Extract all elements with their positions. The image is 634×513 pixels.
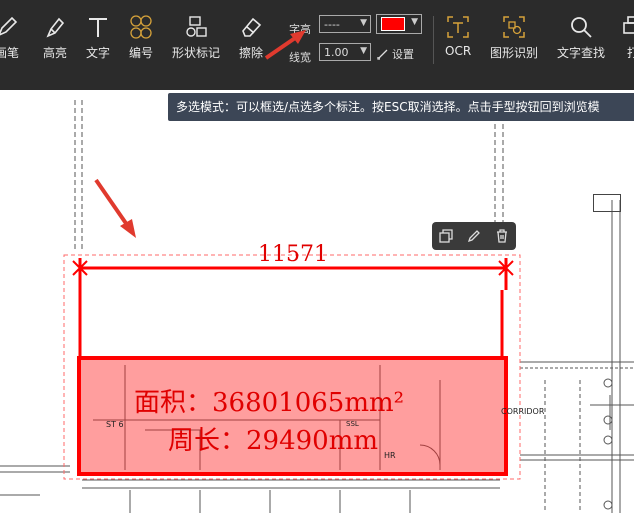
numbered-circles-icon bbox=[130, 15, 152, 39]
highlight-tool-label: 高亮 bbox=[42, 46, 67, 60]
text-icon bbox=[89, 18, 107, 37]
room-label-st6: ST 6 bbox=[106, 420, 124, 429]
erase-tool[interactable]: 擦除 bbox=[238, 14, 264, 61]
shape-recognition-icon bbox=[503, 16, 525, 38]
shape-recognition-tool[interactable]: 图形识别 bbox=[490, 14, 538, 61]
blueprint-fixture bbox=[593, 194, 621, 212]
ocr-tool[interactable]: OCR bbox=[445, 14, 471, 58]
print-tool[interactable]: 打 bbox=[620, 14, 634, 61]
multi-select-tooltip: 多选模式：可以框选/点选多个标注。按ESC取消选择。点击手型按钮回到浏览模 bbox=[168, 93, 634, 121]
room-label-ssl: SSL bbox=[346, 420, 359, 428]
pencil-icon bbox=[467, 230, 480, 243]
pencil-icon bbox=[0, 16, 18, 36]
shape-mark-tool[interactable]: 形状标记 bbox=[172, 14, 220, 61]
font-height-value: ---- bbox=[324, 17, 340, 31]
corridor-label: CORRIDOR bbox=[501, 407, 545, 416]
ocr-tool-label: OCR bbox=[445, 44, 472, 58]
number-tool[interactable]: 编号 bbox=[128, 14, 154, 61]
room-label-hr: HR bbox=[384, 451, 396, 460]
text-search-tool-label: 文字查找 bbox=[557, 46, 606, 60]
shape-recognition-tool-label: 图形识别 bbox=[490, 46, 539, 60]
line-width-value: 1.00 bbox=[324, 45, 349, 59]
delete-button[interactable] bbox=[493, 227, 511, 245]
search-icon bbox=[571, 17, 592, 38]
draw-tool[interactable]: 画笔 bbox=[0, 14, 20, 61]
annotation-action-bar bbox=[432, 222, 516, 250]
area-label: 面积：36801065mm² bbox=[134, 388, 405, 418]
chevron-down-icon: ▼ bbox=[360, 46, 367, 56]
printer-icon bbox=[623, 16, 634, 34]
shape-mark-tool-label: 形状标记 bbox=[172, 46, 221, 60]
line-width-select[interactable]: 1.00 ▼ bbox=[319, 43, 371, 61]
print-tool-label: 打 bbox=[626, 46, 634, 60]
text-tool-label: 文字 bbox=[85, 46, 110, 60]
text-search-tool[interactable]: 文字查找 bbox=[557, 14, 605, 61]
chevron-down-icon: ▼ bbox=[411, 17, 418, 27]
drawing-canvas[interactable]: 11571 面积：36801065mm² 周长：29490mm ST 6 SSL… bbox=[0, 90, 634, 513]
copy-icon bbox=[439, 229, 453, 243]
highlight-tool[interactable]: 高亮 bbox=[42, 14, 68, 61]
number-tool-label: 编号 bbox=[128, 46, 153, 60]
dimension-label: 11571 bbox=[258, 242, 328, 267]
color-select[interactable]: ▼ bbox=[376, 14, 422, 34]
copy-button[interactable] bbox=[437, 227, 455, 245]
edit-button[interactable] bbox=[465, 227, 483, 245]
toolbar-divider bbox=[433, 16, 434, 64]
text-tool[interactable]: 文字 bbox=[85, 14, 111, 61]
draw-tool-label: 画笔 bbox=[0, 46, 19, 60]
settings-button[interactable]: 设置 bbox=[377, 46, 414, 62]
font-height-select[interactable]: ---- ▼ bbox=[319, 15, 371, 33]
chevron-down-icon: ▼ bbox=[360, 18, 367, 28]
settings-brush-icon bbox=[377, 49, 388, 60]
ocr-icon bbox=[447, 16, 469, 38]
erase-tool-label: 擦除 bbox=[238, 46, 263, 60]
settings-label: 设置 bbox=[392, 48, 414, 61]
pointer-arrow-annotation bbox=[264, 30, 306, 60]
color-swatch bbox=[381, 17, 405, 31]
shape-mark-icon bbox=[186, 16, 207, 37]
trash-icon bbox=[497, 229, 507, 243]
eraser-icon bbox=[242, 17, 262, 37]
highlighter-icon bbox=[46, 17, 65, 38]
